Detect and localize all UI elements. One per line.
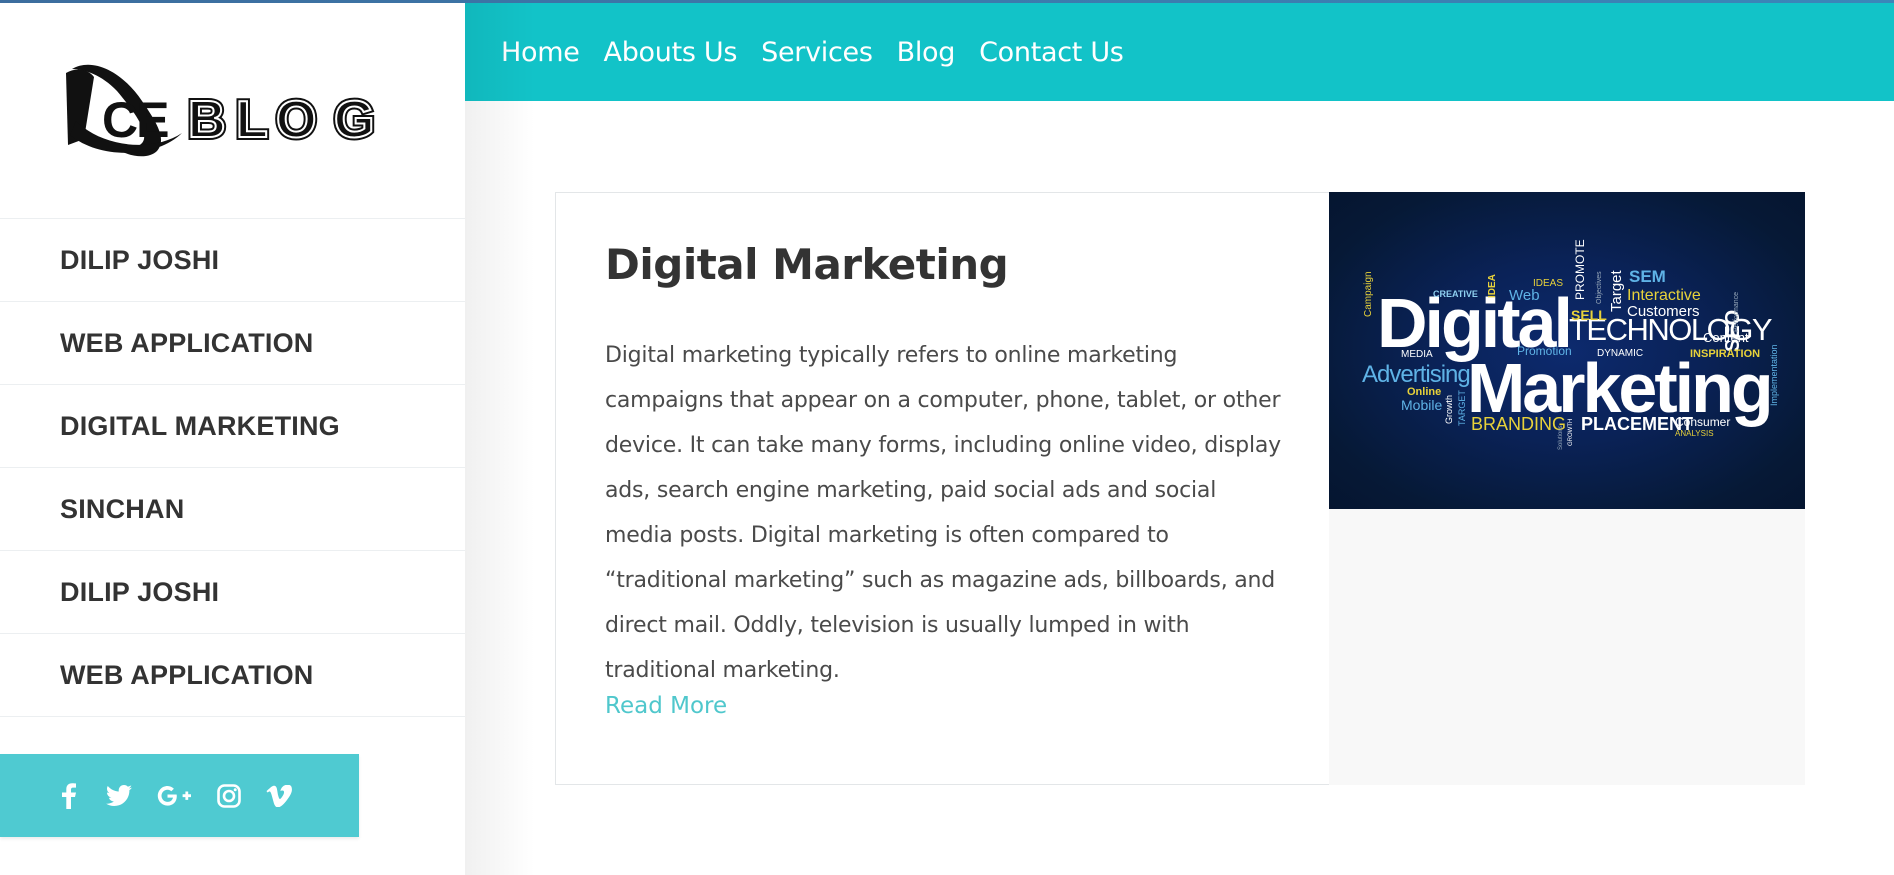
word-ideas: IDEAS <box>1533 278 1563 289</box>
blog-post-card: Digital Marketing Digital marketing typi… <box>555 192 1805 785</box>
word-idea: IDEA <box>1487 274 1498 298</box>
word-advertising: Advertising <box>1362 361 1470 388</box>
nav-contact-us[interactable]: Contact Us <box>979 37 1124 68</box>
sidebar-item-label: DIGITAL MARKETING <box>60 410 340 441</box>
word-target: Target <box>1608 269 1625 312</box>
sidebar-menu: DILIP JOSHI WEB APPLICATION DIGITAL MARK… <box>0 218 465 717</box>
facebook-icon[interactable] <box>54 781 84 811</box>
word-creative: CREATIVE <box>1433 289 1478 299</box>
svg-text:CE: CE <box>102 92 168 148</box>
sidebar: CE B L O G B L O G DILIP JOSHI WEB APPLI… <box>0 3 465 875</box>
sidebar-item-dilip-joshi-2[interactable]: DILIP JOSHI <box>0 551 465 634</box>
vimeo-icon[interactable] <box>264 781 294 811</box>
nav-blog[interactable]: Blog <box>897 37 956 68</box>
sidebar-item-dilip-joshi[interactable]: DILIP JOSHI <box>0 219 465 302</box>
post-featured-image[interactable]: Digital Marketing TECHNOLOGY Advertising… <box>1329 192 1805 509</box>
word-growth-small: GROWTH <box>1568 419 1574 446</box>
sidebar-item-label: WEB APPLICATION <box>60 659 314 690</box>
word-web: Web <box>1509 287 1540 304</box>
sidebar-item-web-application[interactable]: WEB APPLICATION <box>0 302 465 385</box>
top-navigation: Home Abouts Us Services Blog Contact Us <box>465 3 1894 101</box>
sidebar-item-digital-marketing[interactable]: DIGITAL MARKETING <box>0 385 465 468</box>
word-cloud-graphic: Digital Marketing TECHNOLOGY Advertising… <box>1362 239 1779 450</box>
word-mobile: Mobile <box>1401 397 1442 413</box>
word-sell: SELL <box>1571 307 1607 323</box>
svg-text:O: O <box>276 91 316 149</box>
svg-text:B: B <box>188 91 226 149</box>
word-consumer: Consumer <box>1675 415 1730 429</box>
word-promote: PROMOTE <box>1573 239 1587 300</box>
sidebar-item-web-application-2[interactable]: WEB APPLICATION <box>0 634 465 717</box>
word-sem: SEM <box>1629 267 1666 286</box>
logo-graphic: CE B L O G B L O G <box>66 64 377 157</box>
svg-text:G: G <box>334 91 374 149</box>
word-solutions: Solutions <box>1558 425 1564 450</box>
word-performance: Performance <box>1733 292 1740 332</box>
sidebar-item-label: DILIP JOSHI <box>60 244 220 275</box>
word-analysis: ANALYSIS <box>1675 429 1714 438</box>
word-interactive: Interactive <box>1627 287 1701 304</box>
post-media: Digital Marketing TECHNOLOGY Advertising… <box>1329 192 1805 785</box>
post-excerpt: Digital marketing typically refers to on… <box>605 343 1281 683</box>
social-links-bar <box>0 754 359 837</box>
word-campaign: Campaign <box>1363 271 1374 317</box>
sidebar-item-label: SINCHAN <box>60 493 185 524</box>
nav-about-us[interactable]: Abouts Us <box>604 37 738 68</box>
word-objectives: Objectives <box>1596 271 1603 304</box>
twitter-icon[interactable] <box>104 781 134 811</box>
sidebar-item-label: DILIP JOSHI <box>60 576 220 607</box>
word-inspiration: INSPIRATION <box>1690 348 1760 360</box>
word-growth: Growth <box>1444 395 1454 424</box>
post-title[interactable]: Digital Marketing <box>605 240 1281 289</box>
sidebar-item-label: WEB APPLICATION <box>60 327 314 358</box>
svg-text:L: L <box>236 91 268 149</box>
word-implementation: Implementation <box>1769 344 1779 406</box>
word-customers: Customers <box>1627 303 1700 320</box>
word-content: Content <box>1703 330 1749 345</box>
site-logo[interactable]: CE B L O G B L O G <box>62 61 402 166</box>
nav-services[interactable]: Services <box>761 37 873 68</box>
word-promotion: Promotion <box>1517 344 1572 358</box>
word-dynamic: DYNAMIC <box>1597 348 1643 359</box>
google-plus-icon[interactable] <box>154 781 194 811</box>
sidebar-shadow <box>465 3 535 875</box>
sidebar-item-sinchan[interactable]: SINCHAN <box>0 468 465 551</box>
word-target-small: TARGET <box>1457 390 1467 426</box>
instagram-icon[interactable] <box>214 781 244 811</box>
word-branding: BRANDING <box>1471 414 1566 434</box>
word-media: MEDIA <box>1401 349 1433 360</box>
read-more-link[interactable]: Read More <box>605 693 727 719</box>
post-content: Digital Marketing Digital marketing typi… <box>555 192 1329 785</box>
